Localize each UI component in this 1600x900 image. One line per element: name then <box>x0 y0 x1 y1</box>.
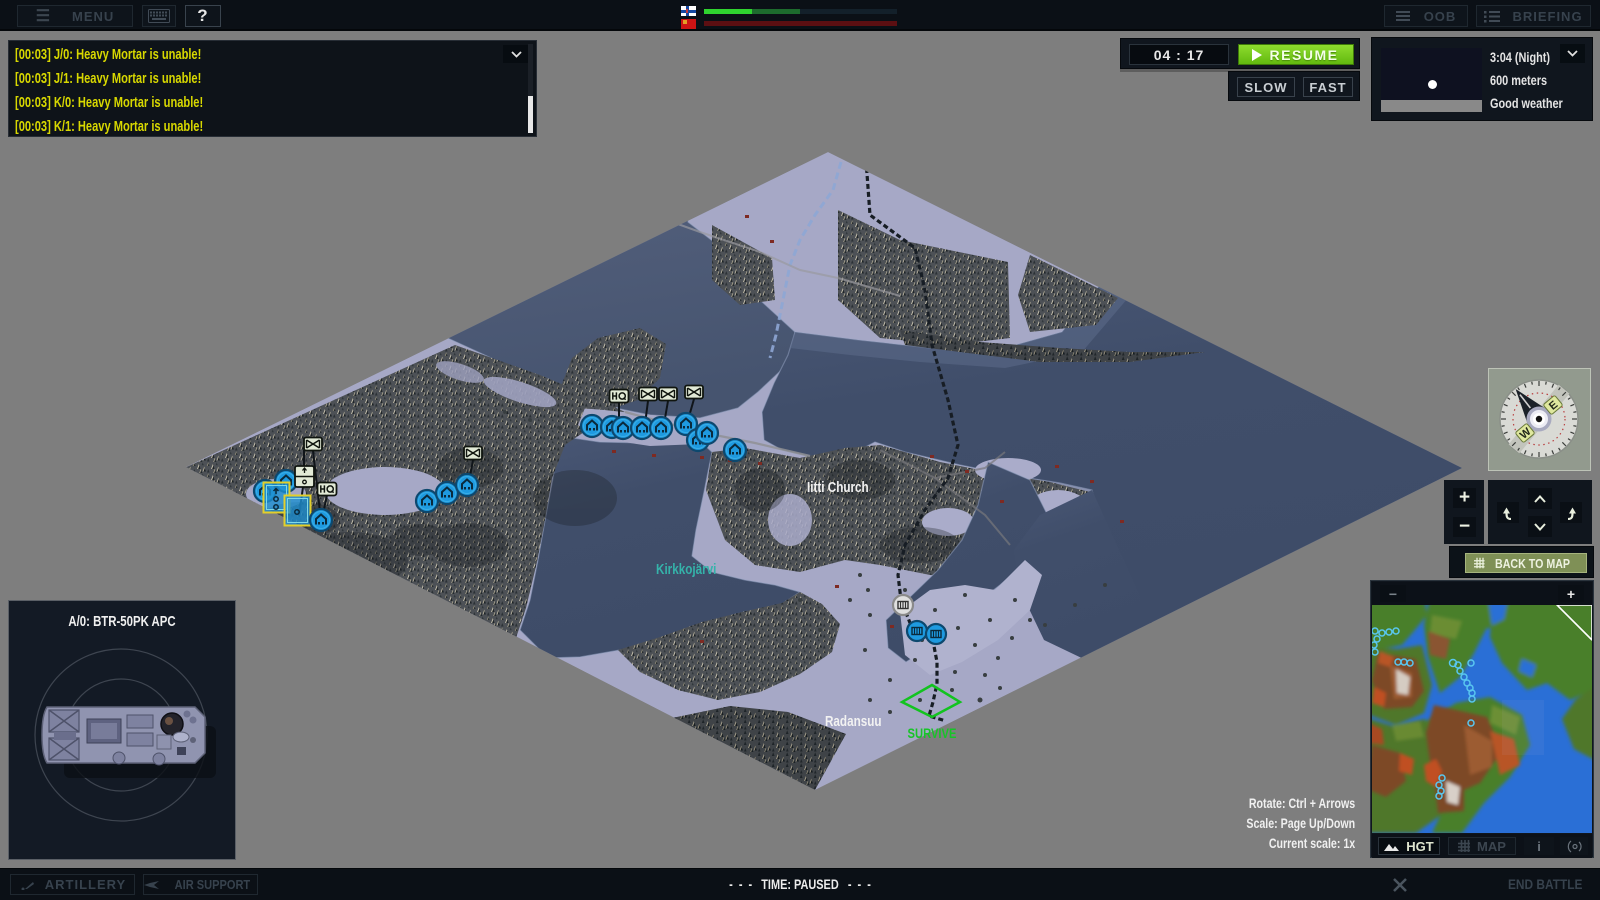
svg-text:Iitti Church: Iitti Church <box>807 479 869 496</box>
svg-text:SURVIVE: SURVIVE <box>908 726 957 741</box>
svg-text:Kirkkojärvi: Kirkkojärvi <box>656 561 716 578</box>
svg-text:Radansuu: Radansuu <box>825 713 882 730</box>
